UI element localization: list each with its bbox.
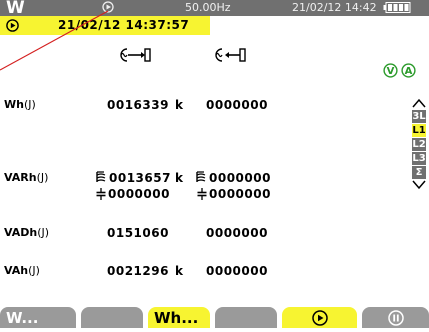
tab-play[interactable] bbox=[282, 307, 357, 328]
battery-icon bbox=[383, 2, 411, 13]
vadh-consumed-value: 0151060 bbox=[107, 226, 169, 240]
play-icon bbox=[311, 310, 328, 326]
tab-pause[interactable] bbox=[362, 307, 429, 328]
inductive-icon bbox=[96, 171, 106, 182]
capacitive-icon bbox=[197, 188, 207, 200]
tab-blank-1[interactable] bbox=[81, 307, 143, 328]
varh-consumed-capacitive-value: 0000000 bbox=[108, 187, 170, 201]
wh-generated-value: 0000000 bbox=[206, 98, 268, 112]
wh-label: Wh(J) bbox=[4, 98, 36, 111]
selector-item-l3[interactable]: L3 bbox=[412, 152, 426, 166]
metering-start-bar: 21/02/12 14:37:57 bbox=[0, 16, 210, 35]
svg-text:V: V bbox=[387, 66, 395, 77]
vadh-generated-value: 0000000 bbox=[206, 226, 268, 240]
vah-generated-value: 0000000 bbox=[206, 264, 268, 278]
wh-consumed-unit: k bbox=[175, 98, 183, 112]
wh-consumed-value: 0016339 bbox=[107, 98, 169, 112]
energy-consumed-icon bbox=[120, 48, 151, 62]
selector-item-3l[interactable]: 3L bbox=[412, 110, 426, 124]
vah-label: VAh(J) bbox=[4, 264, 40, 277]
play-icon bbox=[6, 19, 19, 32]
selector-item-l2[interactable]: L2 bbox=[412, 138, 426, 152]
vah-consumed-unit: k bbox=[175, 264, 183, 278]
recording-icon bbox=[102, 1, 114, 13]
pause-icon bbox=[387, 310, 404, 326]
varh-label: VARh(J) bbox=[4, 171, 49, 184]
status-bar: W 50.00Hz 21/02/12 14:42 bbox=[0, 0, 429, 18]
varh-generated-capacitive-value: 0000000 bbox=[209, 187, 271, 201]
selector-item-sigma[interactable]: Σ bbox=[412, 166, 426, 180]
vah-consumed-value: 0021296 bbox=[107, 264, 169, 278]
v-scale-toggle-icon[interactable]: V bbox=[383, 63, 398, 78]
tab-w[interactable]: W... bbox=[0, 307, 76, 328]
varh-consumed-unit: k bbox=[175, 171, 183, 185]
frequency-readout: 50.00Hz bbox=[185, 1, 231, 14]
vadh-label: VADh(J) bbox=[4, 226, 50, 239]
a-scale-toggle-icon[interactable]: A bbox=[401, 63, 416, 78]
tab-blank-2[interactable] bbox=[215, 307, 277, 328]
varh-consumed-inductive-value: 0013657 bbox=[109, 171, 171, 185]
energy-generated-icon bbox=[215, 48, 246, 62]
scroll-down-icon[interactable] bbox=[411, 180, 427, 190]
svg-text:A: A bbox=[405, 66, 413, 77]
clock-readout: 21/02/12 14:42 bbox=[292, 1, 377, 14]
metering-start-time: 21/02/12 14:37:57 bbox=[58, 18, 190, 32]
tab-wh[interactable]: Wh... bbox=[148, 307, 210, 328]
inductive-icon bbox=[196, 171, 206, 182]
scroll-up-icon[interactable] bbox=[411, 98, 427, 108]
capacitive-icon bbox=[96, 188, 106, 200]
selector-item-l1[interactable]: L1 bbox=[412, 124, 426, 138]
varh-generated-inductive-value: 0000000 bbox=[209, 171, 271, 185]
